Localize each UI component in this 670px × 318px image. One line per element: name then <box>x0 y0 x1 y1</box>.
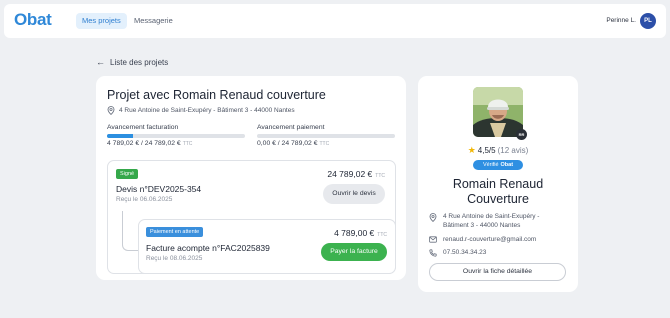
billing-progress-bar <box>107 134 245 138</box>
nav-messaging[interactable]: Messagerie <box>128 13 179 29</box>
project-card: Projet avec Romain Renaud couverture 4 R… <box>96 76 406 280</box>
verified-brand: Obat <box>500 162 514 168</box>
pay-invoice-button[interactable]: Payer la facture <box>321 243 387 261</box>
artisan-phone-text: 07.50.34.34.23 <box>443 249 487 256</box>
artisan-photo <box>473 87 523 137</box>
rating-value: 4,5/5 <box>477 146 496 155</box>
billing-progress-label: Avancement facturation <box>107 124 179 131</box>
project-title: Projet avec Romain Renaud couverture <box>107 88 326 102</box>
open-quote-button[interactable]: Ouvrir le devis <box>323 184 385 204</box>
back-link-label: Liste des projets <box>110 57 169 67</box>
phone-icon <box>429 248 439 257</box>
location-pin-icon <box>429 212 439 230</box>
arrow-left-icon: ← <box>96 57 105 67</box>
quote-amount-text: 24 789,02 € <box>327 169 373 179</box>
quote-card: Signé Devis n°DEV2025-354 Reçu le 06.06.… <box>107 160 396 274</box>
payment-amount: 0,00 € / 24 789,02 € TTC <box>257 140 329 147</box>
location-pin-icon <box>107 106 117 115</box>
mail-icon <box>429 235 439 244</box>
invoice-ttc: TTC <box>377 232 387 238</box>
payment-ttc: TTC <box>319 141 330 147</box>
open-artisan-profile-button[interactable]: Ouvrir la fiche détaillée <box>429 263 566 281</box>
artisan-name-line1: Romain Renaud <box>452 177 544 191</box>
user-avatar[interactable]: PL <box>640 13 656 29</box>
invoice-title: Facture acompte n°FAC2025839 <box>146 243 270 253</box>
artisan-address-text: 4 Rue Antoine de Saint-Exupéry - Bâtimen… <box>443 213 540 229</box>
signed-badge: Signé <box>116 169 139 179</box>
tree-connector <box>122 211 138 251</box>
top-navigation-bar: Obat Mes projets Messagerie Perinne L. P… <box>4 4 666 38</box>
back-to-projects-link[interactable]: ← Liste des projets <box>96 57 168 67</box>
verified-label: Vérifié <box>482 162 499 168</box>
quote-date: Reçu le 06.06.2025 <box>116 196 173 203</box>
invoice-date: Reçu le 08.06.2025 <box>146 255 203 262</box>
nav-my-projects[interactable]: Mes projets <box>76 13 127 29</box>
verified-badge: Vérifié Obat <box>473 160 523 170</box>
payment-progress-bar <box>257 134 395 138</box>
artisan-phone[interactable]: 07.50.34.34.23 <box>429 248 486 257</box>
artisan-initials-badge: RR <box>516 129 527 140</box>
payment-amount-text: 0,00 € / 24 789,02 € <box>257 140 318 147</box>
quote-ttc: TTC <box>375 173 385 179</box>
quote-title: Devis n°DEV2025-354 <box>116 184 202 194</box>
invoice-amount-text: 4 789,00 € <box>334 228 375 238</box>
artisan-card: RR ★ 4,5/5 (12 avis) Vérifié Obat Romain Re… <box>418 76 578 292</box>
invoice-amount: 4 789,00 € TTC <box>334 228 387 238</box>
reviews-count[interactable]: (12 avis) <box>498 146 529 155</box>
artisan-name-line2: Couverture <box>467 192 529 206</box>
billing-progress-fill <box>107 134 134 138</box>
artisan-address: 4 Rue Antoine de Saint-Exupéry - Bâtimen… <box>429 212 559 230</box>
billing-amount: 4 789,02 € / 24 789,02 € TTC <box>107 140 192 147</box>
project-address: 4 Rue Antoine de Saint-Exupéry - Bâtimen… <box>107 106 295 115</box>
artisan-rating: ★ 4,5/5 (12 avis) <box>418 145 578 156</box>
obat-logo[interactable]: Obat <box>14 10 52 30</box>
billing-amount-text: 4 789,02 € / 24 789,02 € <box>107 140 181 147</box>
artisan-name: Romain Renaud Couverture <box>418 177 578 207</box>
project-address-text: 4 Rue Antoine de Saint-Exupéry - Bâtimen… <box>119 107 295 114</box>
payment-progress-label: Avancement paiement <box>257 124 325 131</box>
payment-pending-badge: Paiement en attente <box>146 227 204 237</box>
star-icon: ★ <box>467 145 476 155</box>
invoice-card: Paiement en attente Facture acompte n°FA… <box>138 219 396 274</box>
artisan-email-text: renaud.r-couverture@gmail.com <box>443 236 537 243</box>
artisan-email[interactable]: renaud.r-couverture@gmail.com <box>429 235 536 244</box>
billing-ttc: TTC <box>182 141 193 147</box>
quote-amount: 24 789,02 € TTC <box>327 169 385 179</box>
user-name[interactable]: Perinne L. <box>606 17 636 24</box>
